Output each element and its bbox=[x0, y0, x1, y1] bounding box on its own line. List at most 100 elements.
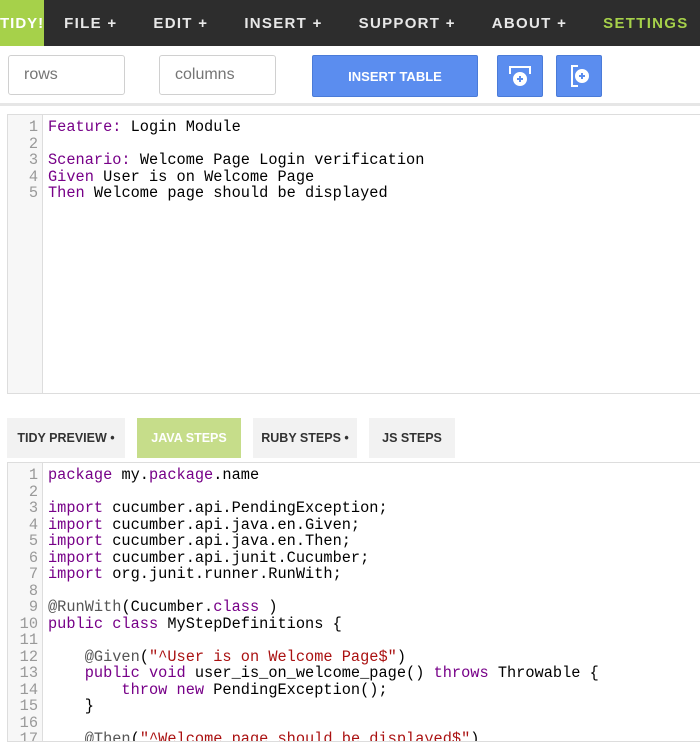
menu-insert[interactable]: INSERT + bbox=[244, 15, 322, 32]
brand-logo[interactable]: TIDY! bbox=[0, 0, 45, 46]
line-content: Then Welcome page should be displayed bbox=[38, 185, 388, 202]
line-number: 8 bbox=[28, 581, 38, 600]
line-content: @Given("^User is on Welcome Page$") bbox=[38, 647, 406, 666]
code-line: 2 bbox=[8, 483, 599, 501]
line-content bbox=[38, 632, 48, 649]
toolbar-divider bbox=[0, 103, 700, 106]
code-token: import bbox=[48, 532, 104, 550]
line-content: public void user_is_on_welcome_page() th… bbox=[38, 665, 599, 682]
menu-file[interactable]: FILE + bbox=[64, 15, 117, 32]
code-line: 7 import org.junit.runner.RunWith; bbox=[8, 566, 599, 583]
code-line: 1 package my.package.name bbox=[8, 467, 599, 484]
top-nav: TIDY! FILE + EDIT + INSERT + SUPPORT + A… bbox=[0, 0, 700, 46]
code-token: ( bbox=[139, 647, 149, 666]
line-number: 6 bbox=[28, 548, 38, 567]
tab-java-steps[interactable]: JAVA STEPS bbox=[137, 418, 241, 458]
tab-js-steps[interactable]: JS STEPS bbox=[369, 418, 455, 458]
code-token: PendingException(); bbox=[204, 680, 388, 699]
insert-table-button[interactable]: INSERT TABLE bbox=[312, 55, 478, 97]
code-token: Welcome Page Login verification bbox=[139, 151, 425, 169]
line-content: import cucumber.api.java.en.Then; bbox=[38, 533, 351, 550]
line-number: 4 bbox=[28, 515, 38, 534]
code-line: 17 @Then("^Welcome page should be displa… bbox=[8, 730, 599, 742]
menu-edit[interactable]: EDIT + bbox=[153, 15, 208, 32]
line-content: import cucumber.api.PendingException; bbox=[38, 500, 388, 517]
menu-about[interactable]: ABOUT + bbox=[492, 15, 567, 32]
code-line: 2 bbox=[8, 134, 424, 153]
line-number: 10 bbox=[19, 614, 38, 633]
line-content: import org.junit.runner.RunWith; bbox=[38, 566, 342, 583]
line-content: @RunWith(Cucumber.class ) bbox=[38, 599, 278, 616]
code-line: 5 Then Welcome page should be displayed bbox=[8, 185, 424, 202]
code-token: import bbox=[48, 548, 104, 567]
code-token: @RunWith bbox=[48, 598, 122, 616]
code-token: cucumber.api.PendingException; bbox=[103, 499, 388, 517]
tab-tidy-preview[interactable]: TIDY PREVIEW • bbox=[7, 418, 125, 458]
line-number: 17 bbox=[19, 730, 38, 742]
line-number: 1 bbox=[28, 118, 38, 136]
code-token: Login Module bbox=[130, 118, 241, 136]
code-line: 15 } bbox=[8, 698, 599, 715]
line-number: 15 bbox=[19, 697, 38, 715]
code-line: 3 Scenario: Welcome Page Login verificati… bbox=[8, 151, 425, 169]
code-token: cucumber.api.java.en.Then; bbox=[103, 532, 351, 550]
code-token: .name bbox=[213, 466, 260, 484]
code-token: org.junit.runner.RunWith; bbox=[103, 565, 342, 583]
code-line: 16 bbox=[8, 713, 599, 732]
line-content: package my.package.name bbox=[38, 467, 259, 484]
code-line: 3 import cucumber.api.PendingException; bbox=[8, 500, 599, 517]
insert-column-button[interactable] bbox=[556, 55, 602, 97]
line-content: Given User is on Welcome Page bbox=[38, 167, 315, 186]
code-token: import bbox=[48, 565, 104, 583]
code-token: @Then bbox=[48, 730, 131, 742]
code-token: ( bbox=[130, 730, 140, 742]
line-content: public class MyStepDefinitions { bbox=[38, 614, 342, 633]
line-number: 13 bbox=[19, 664, 38, 682]
line-content: } bbox=[38, 698, 94, 715]
line-number: 5 bbox=[28, 532, 38, 550]
code-token: (Cucumber. bbox=[121, 598, 214, 616]
line-number: 7 bbox=[28, 565, 38, 583]
rows-input[interactable] bbox=[8, 55, 125, 95]
code-line: 1 Feature: Login Module bbox=[8, 119, 424, 136]
code-token: Welcome page should be displayed bbox=[93, 184, 388, 202]
code-token: user_is_on_welcome_page() bbox=[185, 664, 434, 682]
feature-editor[interactable]: 1 Feature: Login Module 2 3 Scenario: Welcom… bbox=[7, 114, 700, 394]
insert-row-button[interactable] bbox=[497, 55, 543, 97]
code-token: cucumber.api.java.en.Given; bbox=[103, 515, 361, 534]
line-number: 4 bbox=[28, 167, 38, 186]
code-token: } bbox=[48, 697, 94, 715]
steps-editor[interactable]: 1 package my.package.name 2 3 import cucumbe… bbox=[7, 462, 700, 742]
line-number: 11 bbox=[19, 631, 38, 649]
line-content bbox=[38, 484, 48, 501]
code-token: "^User is on Welcome Page$" bbox=[148, 647, 397, 666]
line-number: 16 bbox=[19, 713, 38, 732]
code-token: public class bbox=[48, 614, 159, 633]
code-line: 8 bbox=[8, 581, 599, 600]
line-content bbox=[38, 136, 48, 153]
code-token: ) bbox=[470, 730, 480, 742]
code-token: Scenario: bbox=[48, 151, 131, 169]
line-number: 12 bbox=[19, 647, 38, 666]
code-line: 13 public void user_is_on_welcome_page()… bbox=[8, 665, 599, 682]
code-token: MyStepDefinitions { bbox=[158, 614, 342, 633]
code-token: class bbox=[213, 598, 260, 616]
line-content: @Then("^Welcome page should be displayed… bbox=[38, 730, 480, 742]
columns-input[interactable] bbox=[159, 55, 276, 95]
code-token: throw new bbox=[48, 680, 205, 699]
code-line: 4 import cucumber.api.java.en.Given; bbox=[8, 515, 599, 534]
code-token: User is on Welcome Page bbox=[103, 167, 315, 186]
tab-ruby-steps[interactable]: RUBY STEPS • bbox=[253, 418, 357, 458]
code-token: Throwable { bbox=[488, 664, 599, 682]
line-content: Feature: Login Module bbox=[38, 119, 241, 136]
code-line: 4 Given User is on Welcome Page bbox=[8, 167, 424, 186]
menu-settings[interactable]: SETTINGS bbox=[603, 15, 688, 32]
menu-support[interactable]: SUPPORT + bbox=[359, 15, 456, 32]
code-line: 5 import cucumber.api.java.en.Then; bbox=[8, 533, 599, 550]
line-content: import cucumber.api.junit.Cucumber; bbox=[38, 548, 369, 567]
code-token: Feature: bbox=[48, 118, 122, 136]
line-number: 3 bbox=[28, 499, 38, 517]
line-number: 2 bbox=[28, 134, 38, 153]
code-line: 12 @Given("^User is on Welcome Page$") bbox=[8, 647, 599, 666]
code-token: package bbox=[148, 466, 214, 484]
